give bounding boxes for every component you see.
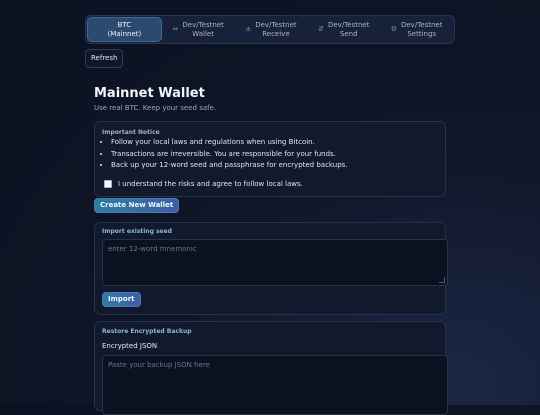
- gear-icon: ⚙: [390, 25, 397, 33]
- tab-label: Dev/Testnet Receive: [255, 20, 297, 38]
- import-button[interactable]: Import: [102, 292, 141, 307]
- mnemonic-placeholder: enter 12-word mnemonic: [108, 245, 197, 253]
- notice-item: Follow your local laws and regulations w…: [111, 137, 348, 149]
- refresh-button[interactable]: Refresh: [85, 49, 124, 68]
- notice-list: Follow your local laws and regulations w…: [95, 137, 348, 172]
- tab-label: Dev/Testnet Wallet: [182, 20, 224, 38]
- tab-testnet-settings[interactable]: ⚙ Dev/Testnet Settings: [380, 17, 453, 42]
- tab-label: BTC (Mainnet): [107, 20, 142, 38]
- mnemonic-input[interactable]: enter 12-word mnemonic: [102, 239, 448, 286]
- tab-label: Dev/Testnet Send: [327, 20, 370, 38]
- resize-handle[interactable]: [439, 277, 445, 283]
- tab-btc-mainnet[interactable]: BTC (Mainnet): [87, 17, 162, 42]
- important-notice-card: Important Notice Follow your local laws …: [94, 121, 446, 197]
- network-tabs: BTC (Mainnet) ⇔ Dev/Testnet Wallet ± Dev…: [85, 15, 455, 44]
- notice-item: Transactions are irreversible. You are r…: [111, 149, 348, 161]
- receive-icon: ±: [245, 25, 252, 33]
- agree-checkbox-row[interactable]: I understand the risks and agree to foll…: [104, 180, 303, 188]
- page-title: Mainnet Wallet: [94, 86, 205, 101]
- import-seed-card: Import existing seed enter 12-word mnemo…: [94, 222, 448, 315]
- create-wallet-button[interactable]: Create New Wallet: [94, 198, 180, 213]
- import-title: Import existing seed: [102, 228, 172, 235]
- backup-json-input[interactable]: Paste your backup JSON here: [102, 355, 448, 415]
- wallet-icon: ⇔: [172, 25, 179, 33]
- backup-json-placeholder: Paste your backup JSON here: [108, 361, 210, 369]
- notice-title: Important Notice: [102, 129, 160, 136]
- tab-testnet-send[interactable]: ⇵ Dev/Testnet Send: [307, 17, 380, 42]
- agree-label: I understand the risks and agree to foll…: [118, 180, 303, 188]
- page-subtitle: Use real BTC. Keep your seed safe.: [94, 104, 217, 112]
- restore-title: Restore Encrypted Backup: [102, 328, 192, 335]
- notice-item: Back up your 12-word seed and passphrase…: [111, 160, 348, 172]
- tab-label: Dev/Testnet Settings: [400, 20, 443, 38]
- agree-checkbox[interactable]: [104, 180, 112, 188]
- send-icon: ⇵: [318, 25, 324, 33]
- restore-backup-card: Restore Encrypted Backup Encrypted JSON …: [94, 321, 448, 415]
- encrypted-json-label: Encrypted JSON: [102, 342, 158, 350]
- tab-testnet-wallet[interactable]: ⇔ Dev/Testnet Wallet: [162, 17, 235, 42]
- tab-testnet-receive[interactable]: ± Dev/Testnet Receive: [235, 17, 308, 42]
